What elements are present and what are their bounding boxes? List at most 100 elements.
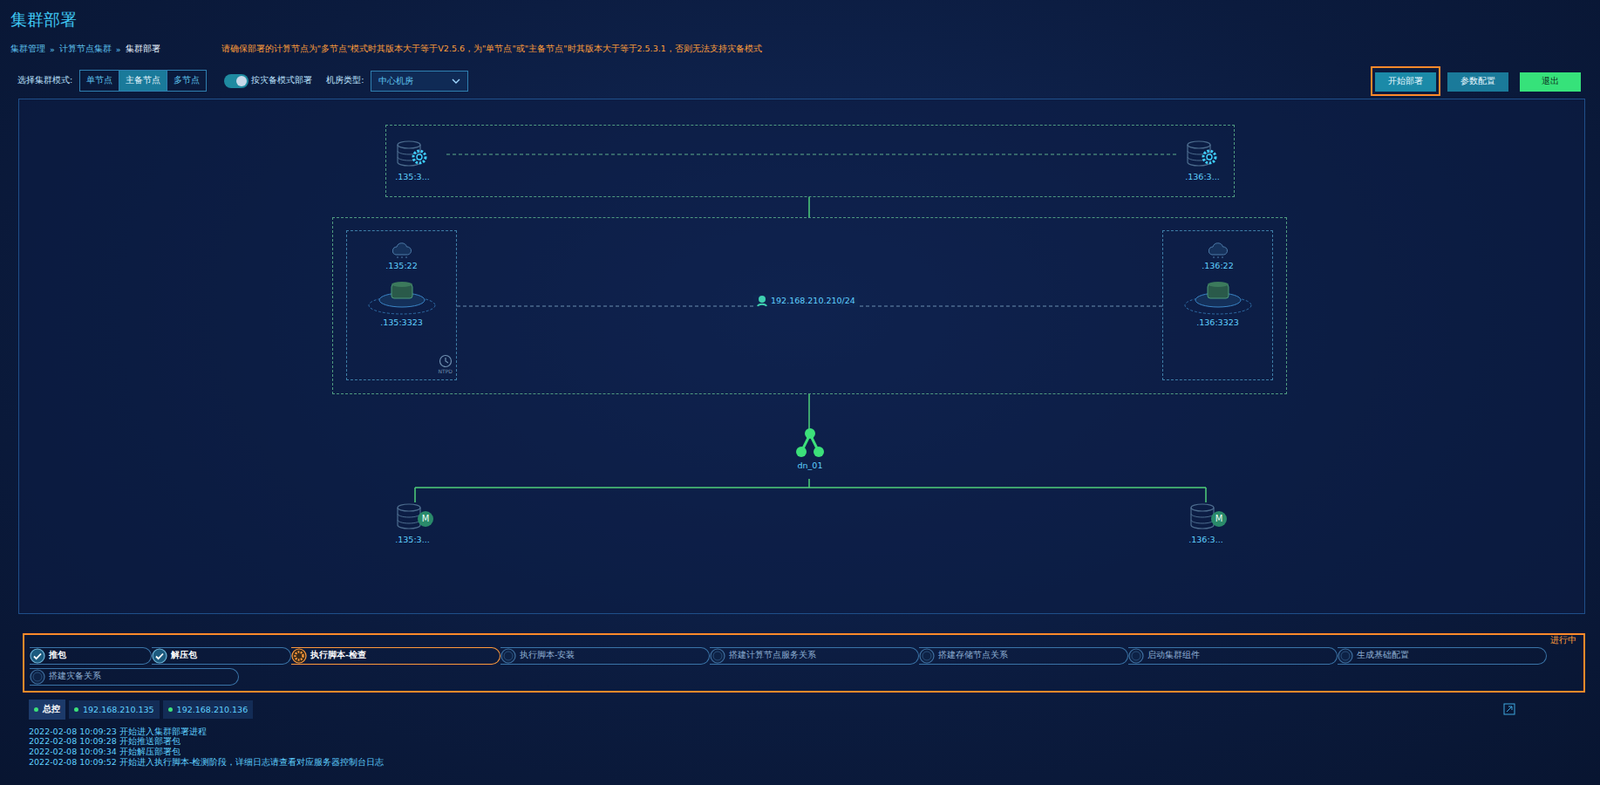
pending-ring-icon (29, 668, 46, 685)
mode-option[interactable]: 单节点 (80, 70, 120, 91)
action-frame: 参数配置 (1443, 66, 1513, 96)
progress-status: 进行中 (1550, 634, 1577, 647)
room-label: 机房类型: (326, 74, 364, 87)
step-label: 推包 (48, 649, 67, 661)
progress-step: 解压包 (151, 646, 292, 665)
progress-step: 执行脚本-安装 (500, 646, 710, 665)
datanode-tree-icon (795, 427, 825, 459)
breadcrumb-item[interactable]: 计算节点集群 (59, 43, 112, 55)
connector-lines (19, 99, 1587, 615)
vip-icon (755, 294, 769, 307)
version-notice: 请确保部署的计算节点为"多节点"模式时其版本大于等于V2.5.6，为"单节点"或… (221, 43, 763, 55)
compute-node[interactable]: .136:22.136:3323 (1162, 230, 1274, 381)
dr-toggle-field: 按灾备模式部署 (224, 74, 313, 89)
check-icon (151, 647, 168, 664)
compute-node[interactable]: .135:22.135:3323NTPD (346, 230, 457, 381)
pending-ring-icon (1128, 647, 1144, 664)
action-button[interactable]: 参数配置 (1447, 72, 1509, 92)
clock-icon (438, 354, 453, 368)
room-select[interactable]: 中心机房 (370, 70, 469, 92)
storage-node-label: .136:3... (1188, 534, 1223, 545)
spinner-gear-icon (291, 647, 307, 664)
vip-address: 192.168.210.210/24 (770, 295, 856, 306)
expand-icon[interactable] (1503, 702, 1516, 715)
config-server-icon (1184, 139, 1220, 170)
ntpd-label: NTPD (438, 367, 453, 375)
log-line: 2022-02-08 10:09:28 开始推送部署包 (28, 735, 1586, 747)
compute-platform-icon (1181, 272, 1255, 316)
log-output: 2022-02-08 10:09:23 开始进入集群部署进程2022-02-08… (28, 726, 1586, 768)
dr-toggle[interactable] (224, 74, 249, 89)
step-list: 推包解压包执行脚本-检查执行脚本-安装搭建计算节点服务关系搭建存储节点关系启动集… (29, 646, 1568, 686)
storage-node[interactable]: M .136:3... (1175, 502, 1237, 545)
action-buttons: 开始部署参数配置退出 (1370, 66, 1586, 96)
toggle-knob (236, 75, 247, 87)
action-frame: 开始部署 (1370, 66, 1441, 96)
step-status-icon (709, 647, 726, 664)
page-title: 集群部署 (10, 8, 1586, 30)
progress-step: 搭建灾备关系 (29, 667, 239, 686)
step-status-icon (1128, 647, 1144, 664)
ntpd-badge: NTPD (438, 354, 453, 375)
action-button[interactable]: 开始部署 (1375, 72, 1437, 92)
step-status-icon (1337, 647, 1354, 664)
mode-option[interactable]: 主备节点 (119, 70, 168, 91)
topology-canvas: .135:3... .136:3... .135:22.135:3323NTPD .1… (18, 98, 1586, 614)
config-node-label: .136:3... (1184, 171, 1219, 182)
breadcrumb: 集群管理»计算节点集群»集群部署 (10, 43, 161, 55)
step-status-icon (151, 647, 168, 664)
pending-ring-icon (919, 647, 935, 664)
mode-option[interactable]: 多节点 (167, 70, 206, 91)
compute-platform-icon (365, 272, 439, 316)
log-tab[interactable]: 192.168.210.136 (163, 700, 254, 719)
cloud-icon (1206, 241, 1230, 259)
progress-step: 搭建计算节点服务关系 (709, 646, 920, 665)
action-button[interactable]: 退出 (1519, 72, 1581, 92)
storage-node[interactable]: M .135:3... (381, 502, 443, 545)
step-status-icon (29, 668, 46, 685)
pending-ring-icon (500, 647, 517, 664)
step-label: 启动集群组件 (1147, 649, 1200, 661)
progress-step: 生成基础配置 (1337, 646, 1547, 665)
step-status-icon (500, 647, 517, 664)
step-label: 解压包 (170, 649, 198, 661)
log-tab[interactable]: 总控 (28, 699, 66, 720)
log-tab-label: 总控 (42, 703, 61, 715)
step-label: 搭建计算节点服务关系 (728, 649, 817, 661)
action-frame: 退出 (1515, 66, 1586, 96)
config-node[interactable]: .135:3... (381, 139, 443, 182)
vip: 192.168.210.210/24 (753, 294, 858, 307)
config-node[interactable]: .136:3... (1171, 139, 1233, 182)
step-status-icon (291, 647, 307, 664)
cluster-deploy-page: 集群部署集群管理»计算节点集群»集群部署请确保部署的计算节点为"多节点"模式时其… (0, 0, 1600, 785)
datanode[interactable]: dn_01 (779, 427, 841, 470)
toolbar-left: 选择集群模式:单节点主备节点多节点按灾备模式部署机房类型:中心机房 (17, 69, 469, 92)
storage-icon: M (1188, 502, 1224, 532)
log-tab[interactable]: 192.168.210.135 (68, 700, 160, 719)
breadcrumb-item[interactable]: 集群管理 (10, 43, 46, 55)
sub-row: 集群管理»计算节点集群»集群部署请确保部署的计算节点为"多节点"模式时其版本大于… (10, 43, 1586, 55)
ssh-label: .136:22 (1201, 260, 1233, 271)
mode-segmented: 单节点主备节点多节点 (79, 69, 207, 92)
status-dot (34, 707, 39, 712)
pending-ring-icon (709, 647, 726, 664)
breadcrumb-item: 集群部署 (125, 43, 161, 55)
deploy-progress: 进行中推包解压包执行脚本-检查执行脚本-安装搭建计算节点服务关系搭建存储节点关系… (22, 633, 1586, 693)
step-label: 执行脚本-检查 (310, 649, 367, 661)
status-dot (74, 707, 79, 712)
storage-node-label: .135:3... (394, 534, 429, 545)
log-tab-label: 192.168.210.135 (82, 704, 155, 715)
step-status-icon (29, 647, 46, 664)
breadcrumb-separator: » (115, 44, 122, 55)
dr-toggle-label: 按灾备模式部署 (251, 74, 313, 87)
log-line: 2022-02-08 10:09:23 开始进入集群部署进程 (28, 726, 1586, 737)
room-select-value: 中心机房 (378, 74, 414, 88)
toolbar: 选择集群模式:单节点主备节点多节点按灾备模式部署机房类型:中心机房开始部署参数配… (10, 66, 1586, 96)
pending-ring-icon (1337, 647, 1354, 664)
config-server-icon (394, 139, 430, 170)
master-badge: M (1211, 510, 1227, 527)
storage-icon: M (394, 502, 430, 532)
step-status-icon (919, 647, 935, 664)
chevron-down-icon (451, 78, 461, 84)
progress-step: 启动集群组件 (1128, 646, 1338, 665)
